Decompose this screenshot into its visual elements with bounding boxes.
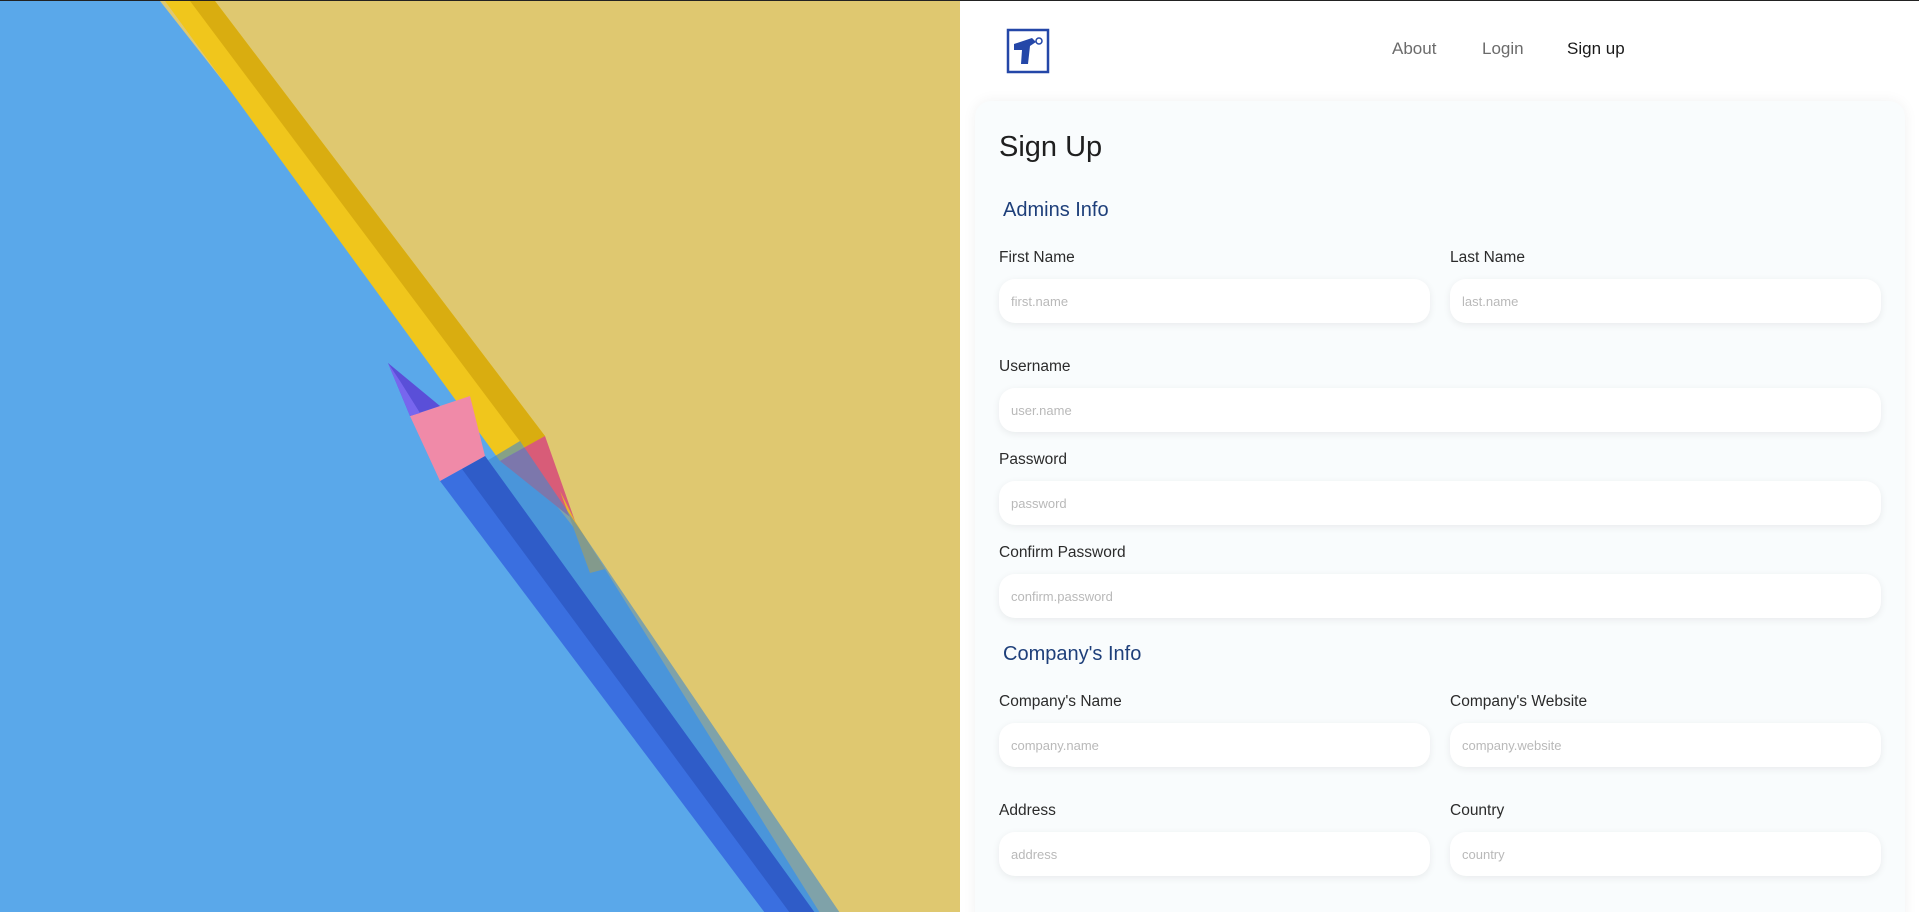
username-label: Username — [999, 358, 1071, 375]
hero-image — [0, 1, 960, 912]
address-label: Address — [999, 802, 1056, 819]
nav-links: About Login Sign up — [960, 39, 1919, 63]
first-name-label: First Name — [999, 249, 1075, 266]
pencils-illustration — [0, 1, 960, 912]
nav-link-about[interactable]: About — [1392, 39, 1436, 59]
company-website-input[interactable] — [1450, 723, 1881, 767]
company-name-input[interactable] — [999, 723, 1430, 767]
company-website-label: Company's Website — [1450, 693, 1588, 710]
first-name-input[interactable] — [999, 279, 1430, 323]
signup-form-card: Sign Up Admins Info First Name Last Name… — [975, 101, 1905, 912]
page-title: Sign Up — [999, 131, 1103, 163]
country-label: Country — [1450, 802, 1505, 819]
password-input[interactable] — [999, 481, 1881, 525]
address-input[interactable] — [999, 832, 1430, 876]
nav-link-signup[interactable]: Sign up — [1567, 39, 1625, 59]
top-nav: About Login Sign up — [960, 1, 1919, 101]
confirm-password-label: Confirm Password — [999, 544, 1126, 561]
country-input[interactable] — [1450, 832, 1881, 876]
confirm-password-input[interactable] — [999, 574, 1881, 618]
last-name-input[interactable] — [1450, 279, 1881, 323]
signup-panel: About Login Sign up Sign Up Admins Info … — [960, 1, 1919, 912]
nav-link-login[interactable]: Login — [1482, 39, 1524, 59]
last-name-label: Last Name — [1450, 249, 1525, 266]
username-input[interactable] — [999, 388, 1881, 432]
section-title-admins: Admins Info — [1003, 199, 1109, 221]
section-title-company: Company's Info — [1003, 643, 1142, 665]
password-label: Password — [999, 451, 1068, 468]
company-name-label: Company's Name — [999, 693, 1122, 710]
